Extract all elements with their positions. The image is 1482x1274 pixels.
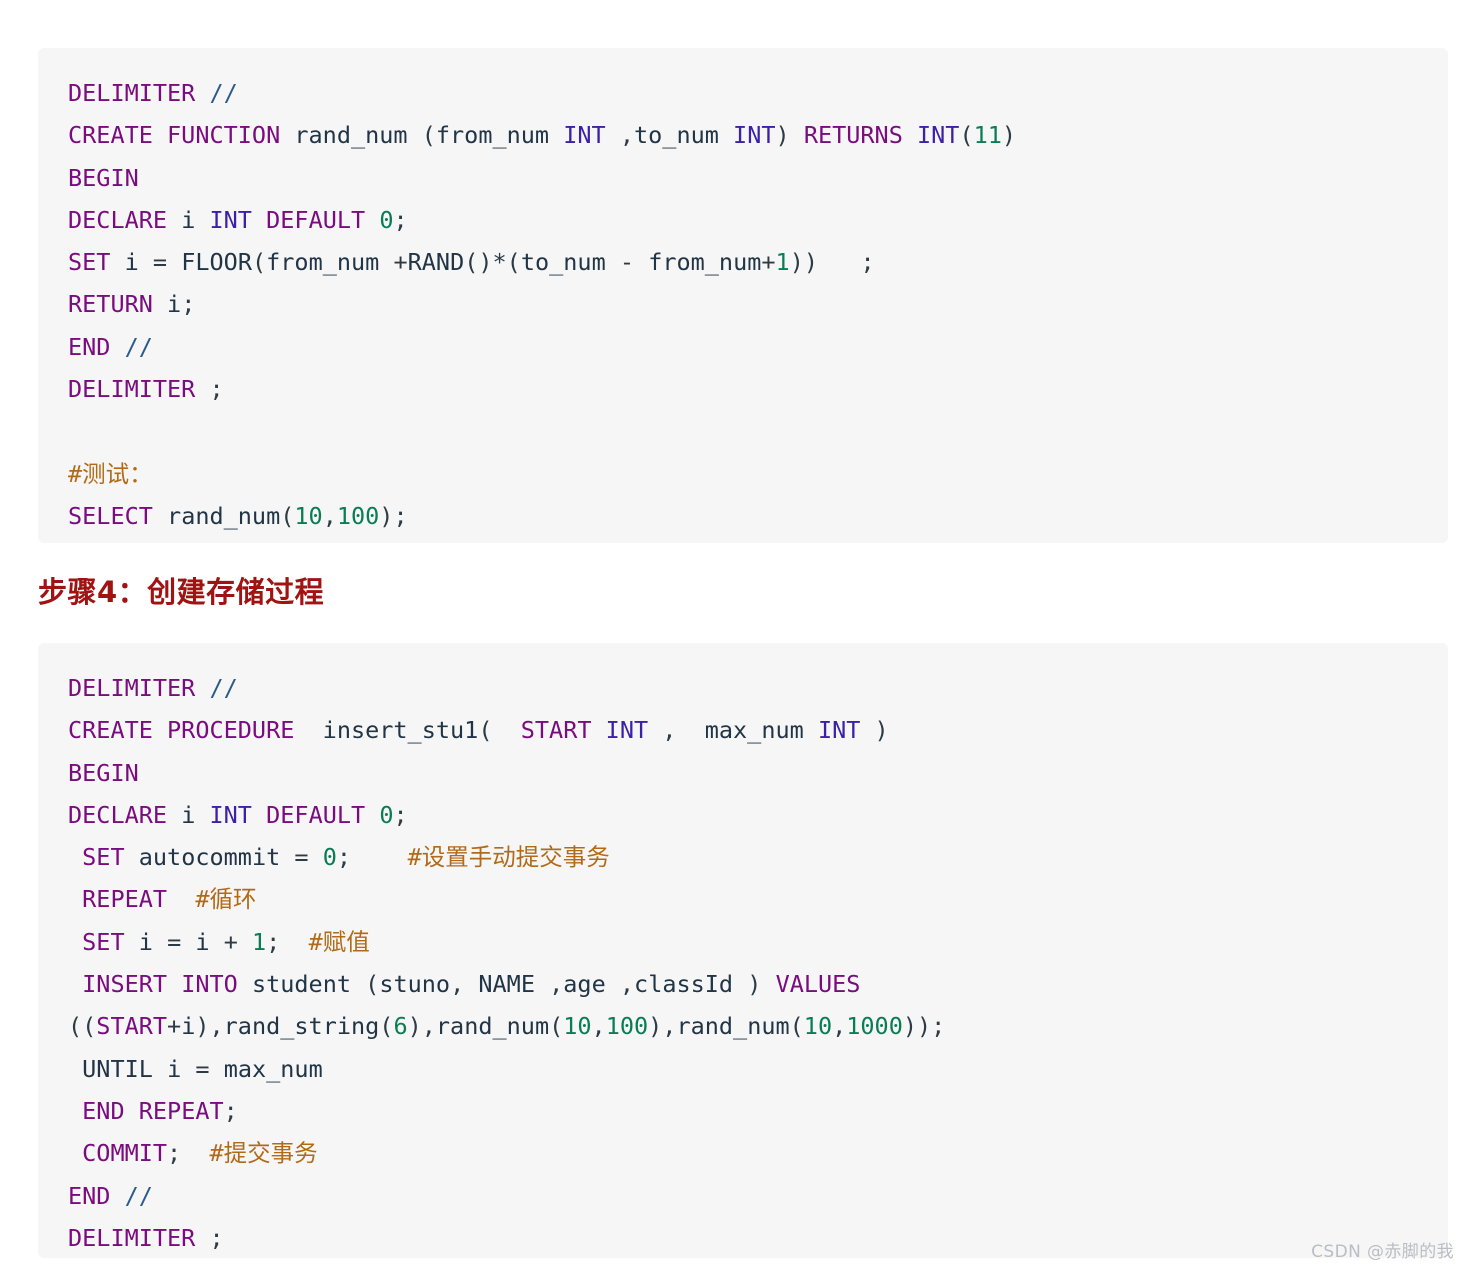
code-content-2: DELIMITER // CREATE PROCEDURE insert_stu… xyxy=(68,674,946,1252)
csdn-watermark: CSDN @赤脚的我 xyxy=(1311,1242,1454,1262)
code-block-create-function[interactable]: DELIMITER // CREATE FUNCTION rand_num (f… xyxy=(38,48,1448,543)
step-heading-4: 步骤4：创建存储过程 xyxy=(38,575,325,609)
code-content-1: DELIMITER // CREATE FUNCTION rand_num (f… xyxy=(68,79,1017,530)
code-block-create-procedure[interactable]: DELIMITER // CREATE PROCEDURE insert_stu… xyxy=(38,643,1448,1258)
document-page: DELIMITER // CREATE FUNCTION rand_num (f… xyxy=(0,0,1482,1274)
